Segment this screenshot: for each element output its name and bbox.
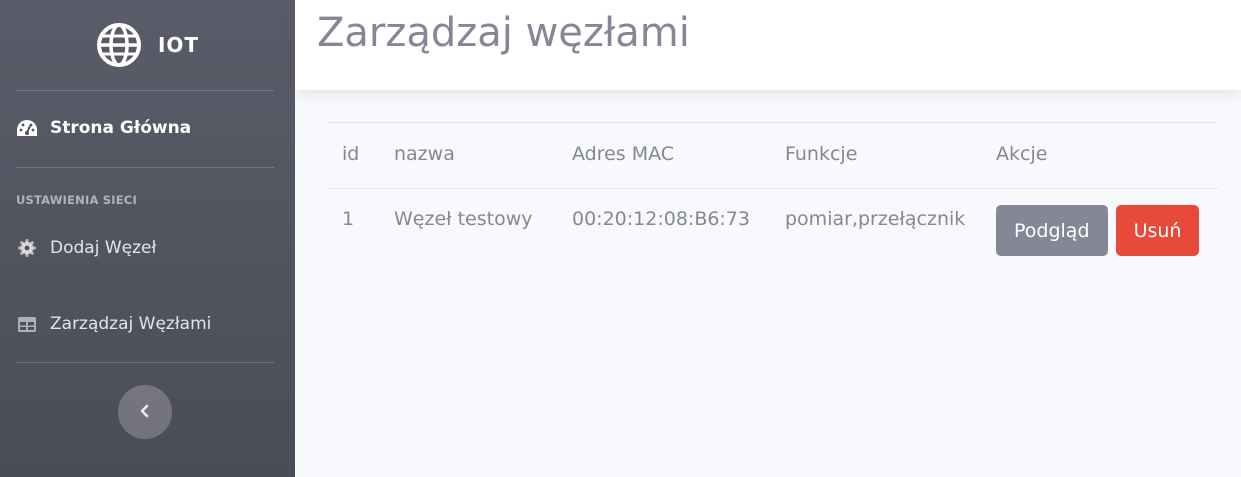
cell-mac: 00:20:12:08:B6:73 bbox=[572, 208, 751, 230]
cell-nazwa: Węzeł testowy bbox=[394, 208, 533, 230]
tachometer-icon bbox=[16, 118, 38, 138]
sidebar: IOT Strona Główna USTAWIENIA SIECI Dodaj… bbox=[0, 0, 295, 477]
sidebar-divider bbox=[16, 362, 274, 363]
cell-id: 1 bbox=[342, 208, 355, 230]
nodes-table-container: id nazwa Adres MAC Funkcje Akcje 1 Węzeł… bbox=[328, 122, 1218, 259]
sidebar-item-label: Strona Główna bbox=[50, 118, 192, 138]
sidebar-item-dodaj-wezel[interactable]: Dodaj Węzeł bbox=[16, 238, 156, 258]
cell-actions: Podgląd Usuń bbox=[982, 189, 1218, 259]
sidebar-item-label: Zarządzaj Węzłami bbox=[50, 314, 212, 334]
nodes-table: id nazwa Adres MAC Funkcje Akcje 1 Węzeł… bbox=[328, 122, 1218, 259]
sidebar-item-label: Dodaj Węzeł bbox=[50, 238, 157, 258]
brand-text: IOT bbox=[157, 33, 200, 57]
topbar: Zarządzaj węzłami bbox=[295, 0, 1241, 90]
column-header-mac: Adres MAC bbox=[572, 143, 675, 165]
column-header-id: id bbox=[342, 143, 360, 165]
sidebar-item-strona-glowna[interactable]: Strona Główna bbox=[16, 118, 191, 138]
column-header-akcje: Akcje bbox=[996, 143, 1048, 165]
sidebar-divider bbox=[16, 167, 274, 168]
globe-icon bbox=[96, 22, 142, 68]
delete-button[interactable]: Usuń bbox=[1115, 205, 1200, 256]
brand-link[interactable]: IOT bbox=[0, 0, 295, 90]
sidebar-divider bbox=[16, 90, 274, 91]
sidebar-item-zarzadzaj-wezlami[interactable]: Zarządzaj Węzłami bbox=[16, 314, 211, 334]
gear-icon bbox=[16, 238, 38, 258]
column-header-nazwa: nazwa bbox=[394, 143, 455, 165]
sidebar-heading: USTAWIENIA SIECI bbox=[16, 193, 137, 207]
column-header-funkcje: Funkcje bbox=[785, 143, 858, 165]
table-icon bbox=[16, 314, 38, 334]
table-row: 1 Węzeł testowy 00:20:12:08:B6:73 pomiar… bbox=[328, 189, 1218, 259]
view-button[interactable]: Podgląd bbox=[996, 205, 1108, 256]
cell-funkcje: pomiar,przełącznik bbox=[785, 208, 966, 230]
chevron-left-icon bbox=[139, 403, 151, 422]
sidebar-toggle-button[interactable] bbox=[118, 385, 172, 439]
table-header-row: id nazwa Adres MAC Funkcje Akcje bbox=[328, 122, 1218, 189]
page-title: Zarządzaj węzłami bbox=[317, 10, 690, 56]
